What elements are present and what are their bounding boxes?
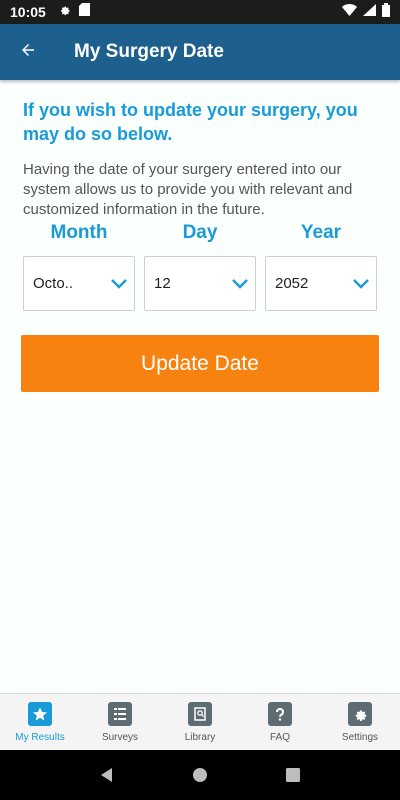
month-select-value: Octo.. (33, 275, 74, 292)
chevron-down-icon (346, 278, 376, 289)
checklist-icon (108, 701, 132, 726)
year-select-value: 2052 (275, 275, 309, 292)
page-title: My Surgery Date (74, 41, 224, 62)
month-select[interactable]: Octo.. (23, 256, 135, 311)
sd-card-icon (78, 3, 90, 21)
signal-icon (363, 3, 376, 21)
bottom-nav: My Results Surveys Library FAQ Settings (0, 693, 400, 750)
nav-label: Settings (341, 731, 379, 743)
battery-icon (382, 2, 390, 22)
question-icon (268, 701, 292, 726)
book-search-icon (188, 701, 212, 726)
back-triangle-icon[interactable] (87, 755, 127, 795)
status-bar: 10:05 (0, 0, 400, 24)
wifi-icon (342, 3, 357, 21)
chevron-down-icon (104, 278, 134, 289)
nav-label: Library (184, 731, 216, 743)
gear-icon (58, 3, 71, 21)
back-button[interactable] (0, 24, 56, 80)
nav-label: Surveys (101, 731, 139, 743)
nav-item-library[interactable]: Library (160, 694, 240, 750)
day-select-value: 12 (154, 275, 171, 292)
system-nav-bar (0, 750, 400, 800)
description: Having the date of your surgery entered … (23, 161, 353, 218)
update-date-button[interactable]: Update Date (21, 335, 379, 392)
star-icon (28, 701, 52, 726)
headline: If you wish to update your surgery, you … (23, 100, 358, 144)
nav-label: FAQ (269, 731, 290, 743)
day-select[interactable]: 12 (144, 256, 256, 311)
nav-item-my-results[interactable]: My Results (0, 694, 80, 750)
year-label: Year (300, 222, 342, 243)
recents-square-icon[interactable] (273, 755, 313, 795)
nav-item-faq[interactable]: FAQ (240, 694, 320, 750)
day-label: Day (182, 222, 218, 243)
arrow-left-icon (19, 41, 37, 64)
gear-icon (348, 701, 372, 726)
nav-item-surveys[interactable]: Surveys (80, 694, 160, 750)
home-circle-icon[interactable] (180, 755, 220, 795)
status-time: 10:05 (10, 4, 46, 20)
month-label: Month (50, 222, 108, 243)
chevron-down-icon (225, 278, 255, 289)
app-bar: My Surgery Date (0, 24, 400, 80)
nav-item-settings[interactable]: Settings (320, 694, 400, 750)
nav-label: My Results (15, 731, 65, 743)
year-select[interactable]: 2052 (265, 256, 377, 311)
